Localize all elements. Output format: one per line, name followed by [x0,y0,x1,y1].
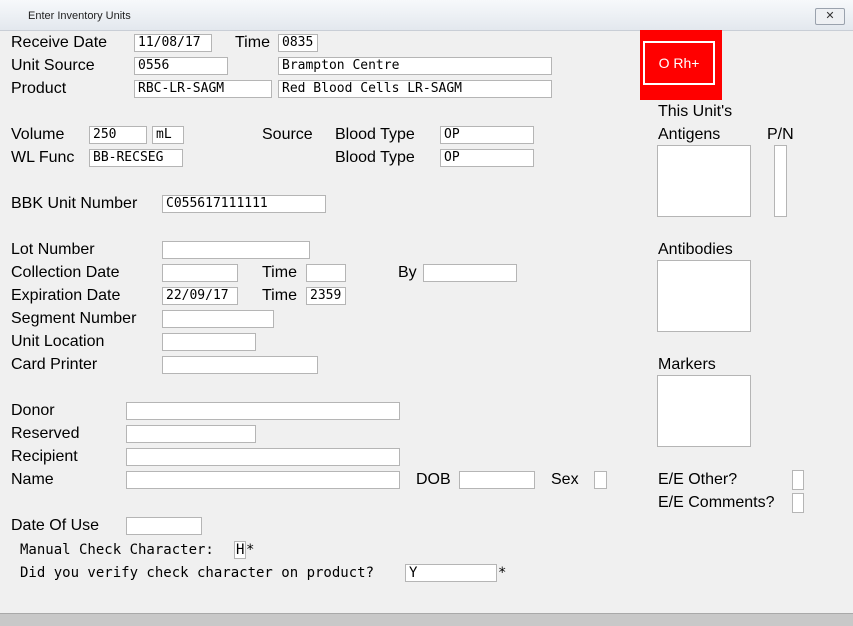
dob-field[interactable] [459,471,535,489]
wl-func-label: WL Func [11,149,75,166]
source-label: Source [262,126,313,143]
donor-field[interactable] [126,402,400,420]
reserved-label: Reserved [11,425,80,442]
manual-check-field[interactable]: H [234,541,246,559]
antibodies-label: Antibodies [658,241,733,258]
blood-type-label-2: Blood Type [335,149,415,166]
date-of-use-field[interactable] [126,517,202,535]
manual-check-required-mark: * [246,542,255,558]
collection-time-field[interactable] [306,264,346,282]
lot-number-label: Lot Number [11,241,95,258]
title-bar: Enter Inventory Units ✕ [0,0,853,31]
bbk-unit-number-label: BBK Unit Number [11,195,138,212]
unit-location-field[interactable] [162,333,256,351]
date-of-use-label: Date Of Use [11,517,100,534]
pn-label: P/N [767,126,794,143]
segment-number-field[interactable] [162,310,274,328]
reserved-field[interactable] [126,425,256,443]
recipient-label: Recipient [11,448,78,465]
expiration-time-label: Time [262,287,297,304]
abo-rh-text: O Rh+ [643,41,715,85]
ee-comments-field[interactable] [792,493,804,513]
sex-field[interactable] [594,471,607,489]
receive-date-field[interactable]: 11/08/17 [134,34,212,52]
name-field[interactable] [126,471,400,489]
antigens-label: Antigens [658,126,721,143]
antigens-list[interactable] [657,145,751,217]
markers-label: Markers [658,356,716,373]
product-label: Product [11,80,67,97]
status-bar [0,613,853,626]
this-units-label: This Unit's [658,103,733,120]
product-code-field[interactable]: RBC-LR-SAGM [134,80,272,98]
ee-comments-label: E/E Comments? [658,494,775,511]
receive-time-label: Time [235,34,270,51]
expiration-time-field[interactable]: 2359 [306,287,346,305]
collection-date-label: Collection Date [11,264,120,281]
blood-type-field-1[interactable]: OP [440,126,534,144]
sex-label: Sex [551,471,579,488]
volume-unit-field[interactable]: mL [152,126,184,144]
by-field[interactable] [423,264,517,282]
abo-rh-badge: O Rh+ [640,30,722,100]
recipient-field[interactable] [126,448,400,466]
unit-source-label: Unit Source [11,57,95,74]
window-title: Enter Inventory Units [28,10,131,22]
pn-list[interactable] [774,145,787,217]
unit-source-code-field[interactable]: 0556 [134,57,228,75]
lot-number-field[interactable] [162,241,310,259]
verify-check-field[interactable]: Y [405,564,497,582]
close-button[interactable]: ✕ [815,8,845,25]
volume-label: Volume [11,126,65,143]
unit-source-name-field[interactable]: Brampton Centre [278,57,552,75]
unit-location-label: Unit Location [11,333,105,350]
antibodies-list[interactable] [657,260,751,332]
blood-type-field-2[interactable]: OP [440,149,534,167]
wl-func-field[interactable]: BB-RECSEG [89,149,183,167]
card-printer-label: Card Printer [11,356,98,373]
segment-number-label: Segment Number [11,310,137,327]
verify-required-mark: * [498,565,507,581]
markers-list[interactable] [657,375,751,447]
collection-date-field[interactable] [162,264,238,282]
donor-label: Donor [11,402,55,419]
bbk-unit-number-field[interactable]: C055617111111 [162,195,326,213]
receive-time-field[interactable]: 0835 [278,34,318,52]
ee-other-field[interactable] [792,470,804,490]
manual-check-label: Manual Check Character: [20,542,214,558]
ee-other-label: E/E Other? [658,471,738,488]
expiration-date-field[interactable]: 22/09/17 [162,287,238,305]
blood-type-label-1: Blood Type [335,126,415,143]
product-name-field[interactable]: Red Blood Cells LR-SAGM [278,80,552,98]
verify-check-label: Did you verify check character on produc… [20,565,375,581]
card-printer-field[interactable] [162,356,318,374]
volume-field[interactable]: 250 [89,126,147,144]
collection-time-label: Time [262,264,297,281]
by-label: By [398,264,417,281]
receive-date-label: Receive Date [11,34,108,51]
dob-label: DOB [416,471,451,488]
expiration-date-label: Expiration Date [11,287,121,304]
name-label: Name [11,471,54,488]
